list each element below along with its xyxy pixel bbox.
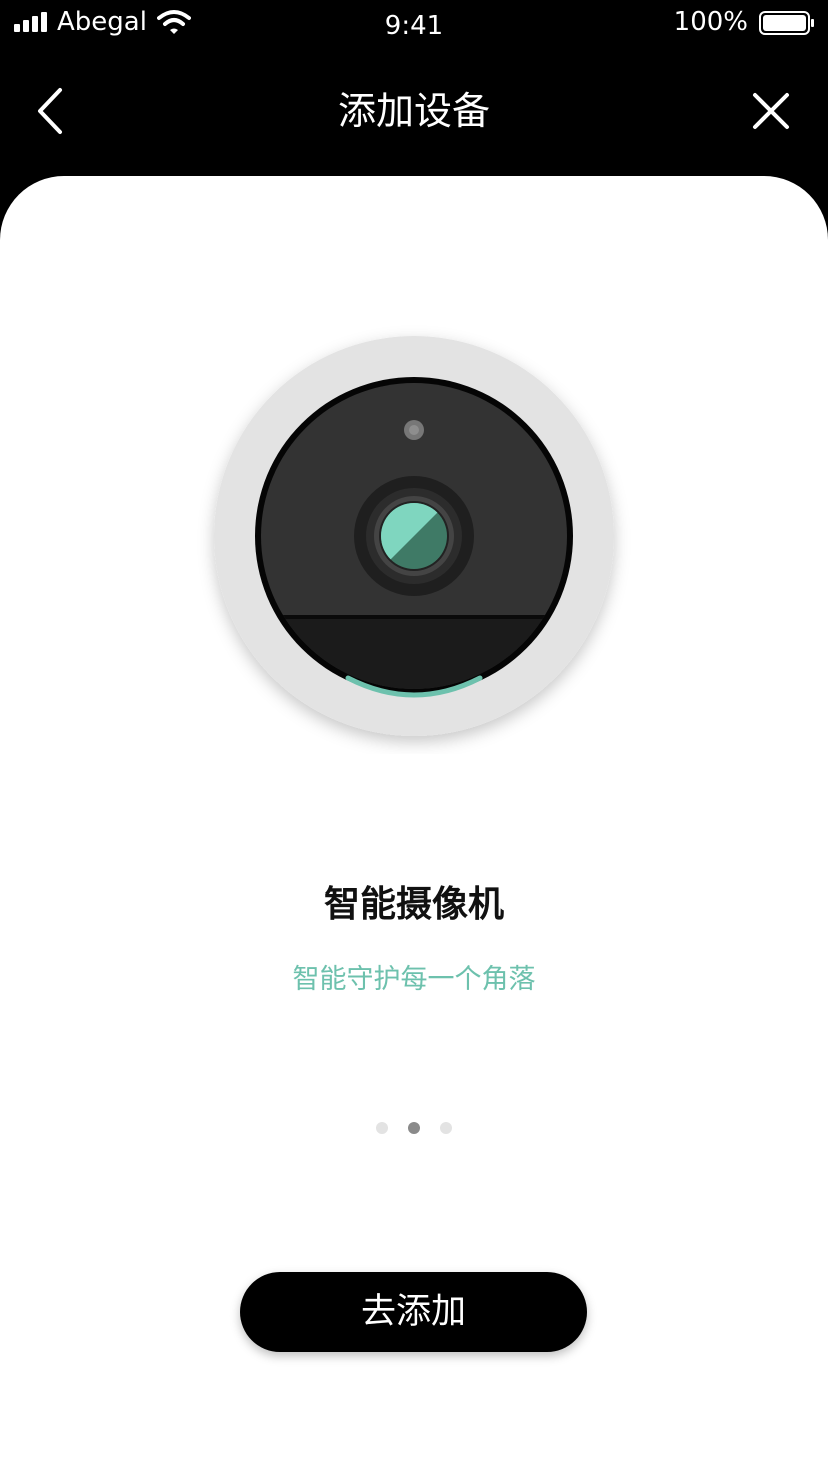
page-dot[interactable]	[440, 1122, 452, 1134]
device-title: 智能摄像机	[323, 884, 504, 925]
close-icon[interactable]	[746, 88, 796, 134]
security-camera-icon	[214, 336, 614, 736]
page-dot[interactable]	[376, 1122, 388, 1134]
navigation-bar: 添加设备	[0, 60, 828, 164]
device-card: 智能摄像机 智能守护每一个角落 去添加	[0, 176, 828, 1472]
battery-percentage: 100%	[673, 7, 748, 37]
device-subtitle: 智能守护每一个角落	[292, 964, 536, 995]
add-device-button[interactable]: 去添加	[240, 1272, 587, 1352]
page-dot-active[interactable]	[408, 1122, 420, 1134]
status-bar: Abegal 9:41 100%	[0, 0, 828, 50]
add-device-screen: Abegal 9:41 100% 添加设备 智能摄像机 智能守护每一个角落 去添…	[0, 0, 828, 1472]
page-title: 添加设备	[337, 89, 490, 133]
chevron-left-icon[interactable]	[30, 84, 74, 138]
page-indicator	[0, 1122, 828, 1136]
battery-icon	[759, 11, 814, 35]
